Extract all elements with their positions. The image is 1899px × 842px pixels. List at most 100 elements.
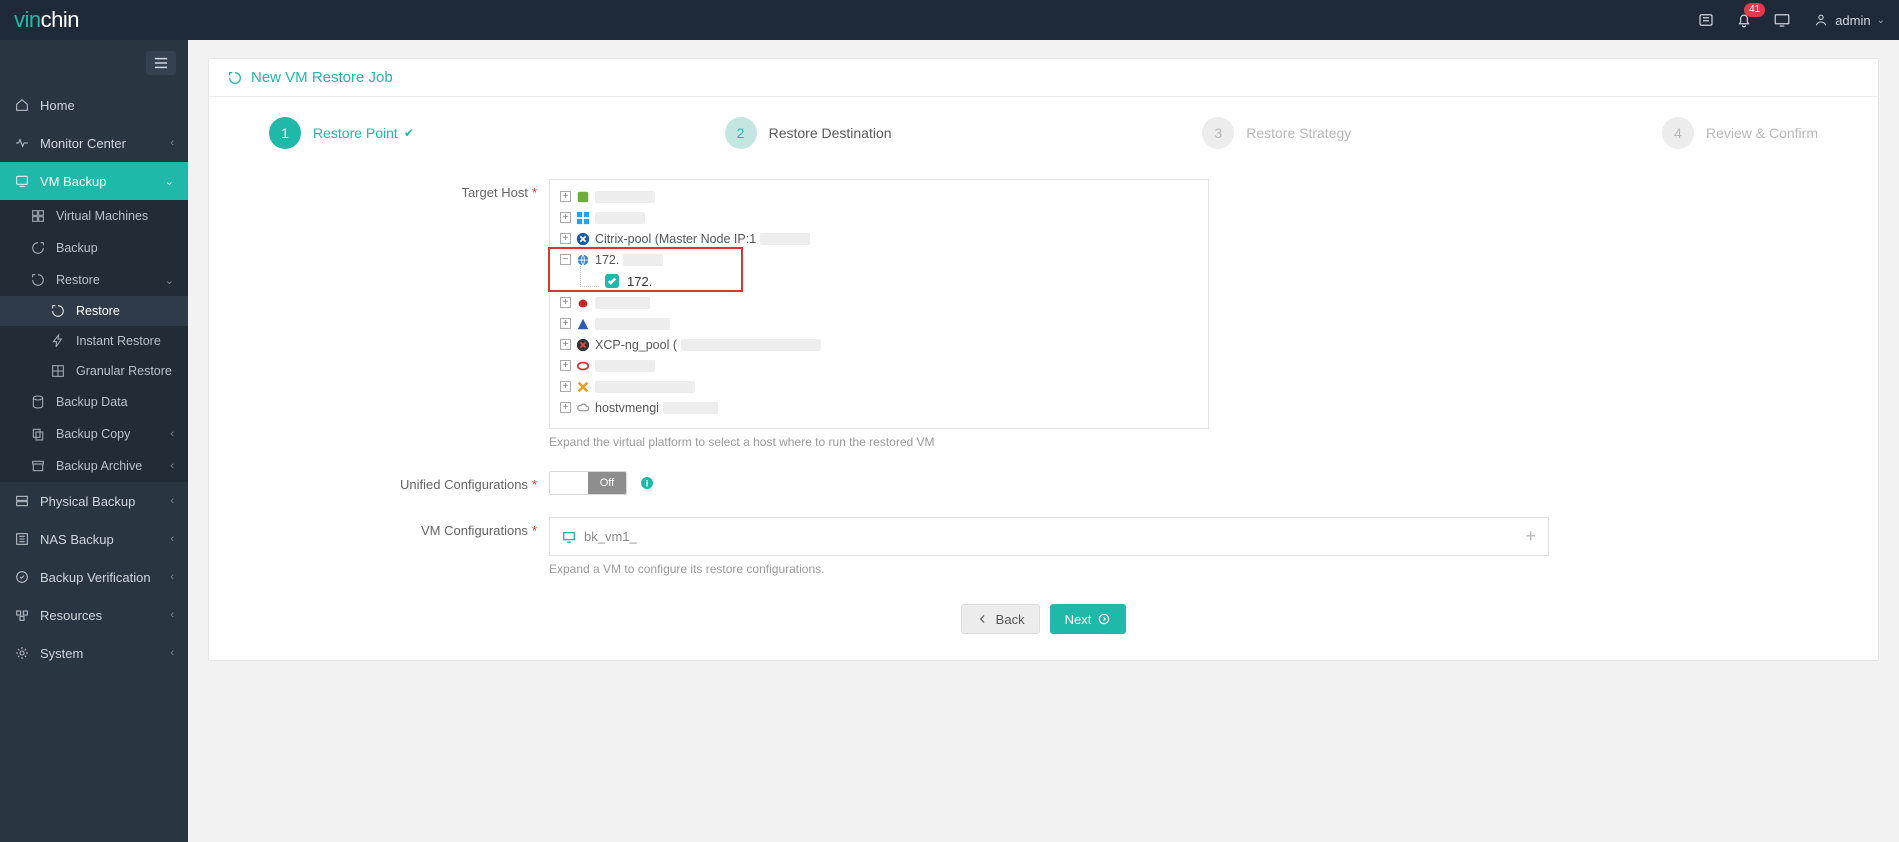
server-icon: [14, 493, 30, 509]
expand-icon[interactable]: +: [560, 191, 571, 202]
nav-monitor[interactable]: Monitor Center ‹: [0, 124, 188, 162]
tree-node-vmware[interactable]: +: [560, 186, 1198, 207]
nav-nas-backup[interactable]: NAS Backup ‹: [0, 520, 188, 558]
next-label: Next: [1065, 612, 1092, 627]
back-button[interactable]: Back: [961, 604, 1040, 634]
step-4-num: 4: [1662, 117, 1694, 149]
arrow-right-circle-icon: [1097, 612, 1111, 626]
switch-off-label: Off: [588, 472, 626, 494]
user-menu[interactable]: admin ⌄: [1813, 12, 1885, 28]
blurred-text: [595, 381, 695, 393]
nav-nas-label: NAS Backup: [40, 532, 114, 547]
nav-bkcopy-label: Backup Copy: [56, 427, 130, 441]
tree-hostvm-label: hostvmengi: [595, 401, 659, 415]
nas-icon: [14, 531, 30, 547]
archive-icon: [30, 458, 46, 474]
row-unified: Unified Configurations* Off i: [209, 469, 1878, 501]
blurred-text: [681, 339, 821, 351]
nav-home-label: Home: [40, 98, 75, 113]
tree-node-xcp[interactable]: + XCP-ng_pool (: [560, 334, 1198, 355]
nav-instant-restore[interactable]: Instant Restore: [0, 326, 188, 356]
news-icon[interactable]: [1691, 5, 1721, 35]
chevron-down-icon: ⌄: [165, 175, 174, 188]
expand-icon[interactable]: +: [560, 381, 571, 392]
notification-icon[interactable]: 41: [1729, 5, 1759, 35]
tree-node-windows[interactable]: +: [560, 207, 1198, 228]
nav-granular-label: Granular Restore: [76, 364, 172, 378]
expand-icon[interactable]: +: [560, 360, 571, 371]
brand-logo: vinchin: [14, 7, 79, 33]
tree-node-redhat[interactable]: +: [560, 292, 1198, 313]
vmconf-label: VM Configurations*: [269, 517, 549, 576]
brand-part1: vin: [14, 7, 41, 32]
nav-restore-restore[interactable]: Restore: [0, 296, 188, 326]
step-3[interactable]: 3 Restore Strategy: [1202, 117, 1351, 149]
nav-granular-restore[interactable]: Granular Restore: [0, 356, 188, 386]
tree-citrix-label: Citrix-pool (Master Node IP:1: [595, 232, 756, 246]
restore-icon: [30, 272, 46, 288]
next-button[interactable]: Next: [1050, 604, 1127, 634]
step-1[interactable]: 1 Restore Point ✔: [269, 117, 414, 149]
nav-home[interactable]: Home: [0, 86, 188, 124]
nav-physical-backup[interactable]: Physical Backup ‹: [0, 482, 188, 520]
nav-restore-restore-label: Restore: [76, 304, 120, 318]
nav-restore[interactable]: Restore ⌄: [0, 264, 188, 296]
target-host-label: Target Host*: [269, 179, 549, 449]
info-icon[interactable]: i: [639, 475, 655, 491]
nav-backup-verification[interactable]: Backup Verification ‹: [0, 558, 188, 596]
xcp-icon: [575, 337, 591, 353]
screen-icon[interactable]: [1767, 5, 1797, 35]
tree-node-hostvm[interactable]: + hostvmengi: [560, 397, 1198, 418]
nav-system[interactable]: System ‹: [0, 634, 188, 672]
nav-resources-label: Resources: [40, 608, 102, 623]
citrix-icon: [575, 231, 591, 247]
nav-vmbackup-label: VM Backup: [40, 174, 106, 189]
nav-restore-label: Restore: [56, 273, 100, 287]
grid-icon: [30, 208, 46, 224]
expand-icon[interactable]: +: [560, 212, 571, 223]
unified-switch[interactable]: Off: [549, 471, 627, 495]
nav-backup-archive[interactable]: Backup Archive ‹: [0, 450, 188, 482]
blurred-text: [595, 297, 650, 309]
expand-icon[interactable]: +: [560, 318, 571, 329]
nav-backup-data[interactable]: Backup Data: [0, 386, 188, 418]
chevron-left-icon: ‹: [170, 428, 174, 440]
vm-config-box[interactable]: bk_vm1_ +: [549, 517, 1549, 556]
nav-backup-copy[interactable]: Backup Copy ‹: [0, 418, 188, 450]
notification-badge: 41: [1744, 3, 1765, 17]
expand-icon[interactable]: +: [560, 402, 571, 413]
expand-icon[interactable]: +: [560, 339, 571, 350]
step-4[interactable]: 4 Review & Confirm: [1662, 117, 1818, 149]
chevron-left-icon: ‹: [170, 495, 174, 507]
oval-icon: [575, 358, 591, 374]
target-host-tree[interactable]: + + + Citrix-pool (Master Node: [549, 179, 1209, 429]
blurred-text: [595, 360, 655, 372]
tree-node-oval[interactable]: +: [560, 355, 1198, 376]
step-2-num: 2: [725, 117, 757, 149]
row-vmconf: VM Configurations* bk_vm1_ + Expand a VM…: [209, 515, 1878, 582]
blurred-text: [760, 233, 810, 245]
row-target-host: Target Host* + +: [209, 177, 1878, 455]
nav-backup-label: Backup: [56, 241, 98, 255]
step-1-label: Restore Point: [313, 125, 398, 141]
plus-icon[interactable]: +: [1525, 526, 1536, 547]
step-3-label: Restore Strategy: [1246, 125, 1351, 141]
nav-resources[interactable]: Resources ‹: [0, 596, 188, 634]
sidebar-collapse[interactable]: [0, 40, 188, 86]
resources-icon: [14, 607, 30, 623]
redhat-icon: [575, 295, 591, 311]
sidebar: Home Monitor Center ‹ VM Backup ⌄ Virtua…: [0, 40, 188, 842]
panel: New VM Restore Job 1 Restore Point ✔ 2 R…: [208, 58, 1879, 661]
expand-icon[interactable]: +: [560, 233, 571, 244]
step-2[interactable]: 2 Restore Destination: [725, 117, 892, 149]
tree-node-triangle[interactable]: +: [560, 313, 1198, 334]
expand-icon[interactable]: +: [560, 297, 571, 308]
nav-vmbackup[interactable]: VM Backup ⌄: [0, 162, 188, 200]
nav-virtual-machines[interactable]: Virtual Machines: [0, 200, 188, 232]
step-4-label: Review & Confirm: [1706, 125, 1818, 141]
granular-icon: [50, 363, 66, 379]
tree-node-x[interactable]: +: [560, 376, 1198, 397]
nav-system-label: System: [40, 646, 83, 661]
nav-backup[interactable]: Backup: [0, 232, 188, 264]
tree-node-citrix[interactable]: + Citrix-pool (Master Node IP:1: [560, 228, 1198, 249]
